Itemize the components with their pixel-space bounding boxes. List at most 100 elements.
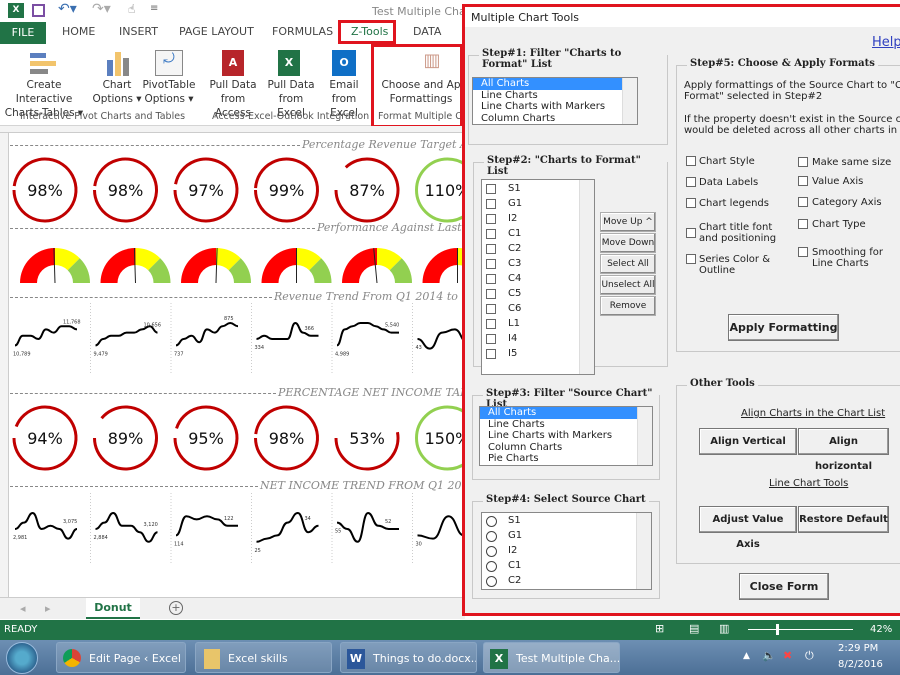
charts-to-format-list[interactable]: S1 G1 I2 C1 C2 C3 C4 C5 C6 L1 I4 I5 [481,179,595,375]
radio-button[interactable] [486,531,497,542]
list-item[interactable]: Column Charts [480,442,652,454]
scroll-left-icon[interactable]: ◂ [20,602,26,615]
move-up-button[interactable]: Move Up ^ [600,212,656,232]
checkbox-2[interactable] [686,198,696,208]
checkbox[interactable] [486,199,496,209]
scroll-right-icon[interactable]: ▸ [45,602,51,615]
sheet-tab-donut[interactable]: Donut [86,598,140,619]
item-label: G1 [508,530,523,541]
tab-page-layout[interactable]: PAGE LAYOUT [179,25,254,38]
unselect-all-button[interactable]: Unselect All [600,275,656,295]
clock-date[interactable]: 8/2/2016 [838,659,883,670]
remove-button[interactable]: Remove [600,296,656,316]
page-break-icon[interactable]: ▥ [719,622,729,635]
checkbox-r4[interactable] [798,247,808,257]
checkbox-r2[interactable] [798,197,808,207]
start-value-label: 43 [416,345,422,351]
gauge-segment [20,248,55,283]
list-item[interactable]: Line Charts [473,90,637,102]
checkbox[interactable] [486,304,496,314]
undo-icon[interactable]: ↶▾ [58,1,77,17]
restore-default-button[interactable]: Restore Default [798,506,889,533]
adjust-value-axis-button[interactable]: Adjust Value Axis [699,506,797,550]
checkbox-4[interactable] [686,254,696,264]
tab-insert[interactable]: INSERT [119,25,158,38]
checkbox[interactable] [486,259,496,269]
align-charts-link[interactable]: Align Charts in the Chart List [741,408,885,419]
zoom-slider[interactable] [748,629,853,630]
normal-view-icon[interactable]: ⊞ [655,622,664,635]
radio-button[interactable] [486,546,497,557]
taskbar-explorer[interactable]: Excel skills [195,642,332,673]
step1-filter-list[interactable]: All Charts Line Charts Line Charts with … [472,77,638,125]
taskbar: Edit Page ‹ Excel ... Excel skills W Thin… [0,640,900,675]
taskbar-chrome[interactable]: Edit Page ‹ Excel ... [56,642,186,673]
checkbox-0[interactable] [686,156,696,166]
radio-button[interactable] [486,516,497,527]
help-link[interactable]: Help [872,35,900,50]
source-filter-list[interactable]: All Charts Line Charts Line Charts with … [479,406,653,466]
tab-home[interactable]: HOME [62,25,95,38]
checkbox[interactable] [486,184,496,194]
worksheet[interactable]: Percentage Revenue Target Acheiv Perform… [10,133,465,597]
list-item[interactable]: All Charts [473,78,637,90]
list-item[interactable]: Line Charts [480,419,652,431]
tab-data[interactable]: DATA [413,25,441,38]
radio-button[interactable] [486,576,497,587]
option-label: Chart Type [812,219,866,230]
checkbox-r0[interactable] [798,157,808,167]
checkbox[interactable] [486,244,496,254]
checkbox[interactable] [486,319,496,329]
save-icon[interactable] [32,4,45,17]
scrollbar[interactable] [579,180,594,374]
align-vertical-button[interactable]: Align Vertical [699,428,797,455]
checkbox[interactable] [486,334,496,344]
close-form-button[interactable]: Close Form [739,573,829,600]
chart-options-button[interactable]: Chart Options ▾ [92,78,142,106]
tab-file[interactable]: FILE [0,22,46,44]
scrollbar[interactable] [637,407,652,465]
line-chart-tools-link[interactable]: Line Chart Tools [769,478,848,489]
item-label: C3 [508,258,522,269]
checkbox-r3[interactable] [798,219,808,229]
taskbar-word[interactable]: W Things to do.docx... [340,642,477,673]
checkbox[interactable] [486,349,496,359]
page-layout-icon[interactable]: ▤ [689,622,699,635]
list-item[interactable]: Column Charts [473,113,637,125]
customize-icon[interactable]: ≡ [150,3,158,14]
taskbar-excel[interactable]: X Test Multiple Cha... [483,642,620,673]
move-down-button[interactable]: Move Down [600,233,656,253]
show-hidden-icons[interactable]: ▲ [743,651,750,661]
scrollbar[interactable] [636,513,651,589]
checkbox[interactable] [486,289,496,299]
checkbox[interactable] [486,214,496,224]
scrollbar[interactable] [622,78,637,124]
apply-formatting-button[interactable]: Apply Formatting [728,314,839,341]
list-item[interactable]: All Charts [480,407,652,419]
list-item[interactable]: Pie Charts [480,453,652,465]
format-group-highlight [371,44,463,128]
zoom-slider-thumb[interactable] [776,624,779,635]
network-error-icon[interactable]: ✖ [783,649,792,662]
checkbox[interactable] [486,274,496,284]
touch-mode-icon[interactable]: ☝ [128,2,135,16]
radio-button[interactable] [486,561,497,572]
start-value-label: 737 [174,351,184,357]
start-button[interactable] [6,642,38,674]
source-chart-list[interactable]: S1 G1 I2 C1 C2 [481,512,652,590]
checkbox[interactable] [486,229,496,239]
align-horizontal-button[interactable]: Align horizontal [798,428,889,472]
pivottable-options-button[interactable]: PivotTable Options ▾ [140,78,198,106]
checkbox-1[interactable] [686,177,696,187]
plus-circle-icon[interactable]: + [169,601,183,615]
list-item[interactable]: Line Charts with Markers [473,101,637,113]
list-item[interactable]: Line Charts with Markers [480,430,652,442]
checkbox-3[interactable] [686,228,696,238]
power-icon[interactable]: ⏻ [805,649,814,663]
clock-time[interactable]: 2:29 PM [838,643,878,654]
volume-icon[interactable]: 🔈 [762,649,776,662]
redo-icon[interactable]: ↷▾ [92,1,111,17]
tab-formulas[interactable]: FORMULAS [272,25,333,38]
checkbox-r1[interactable] [798,176,808,186]
select-all-button[interactable]: Select All [600,254,656,274]
